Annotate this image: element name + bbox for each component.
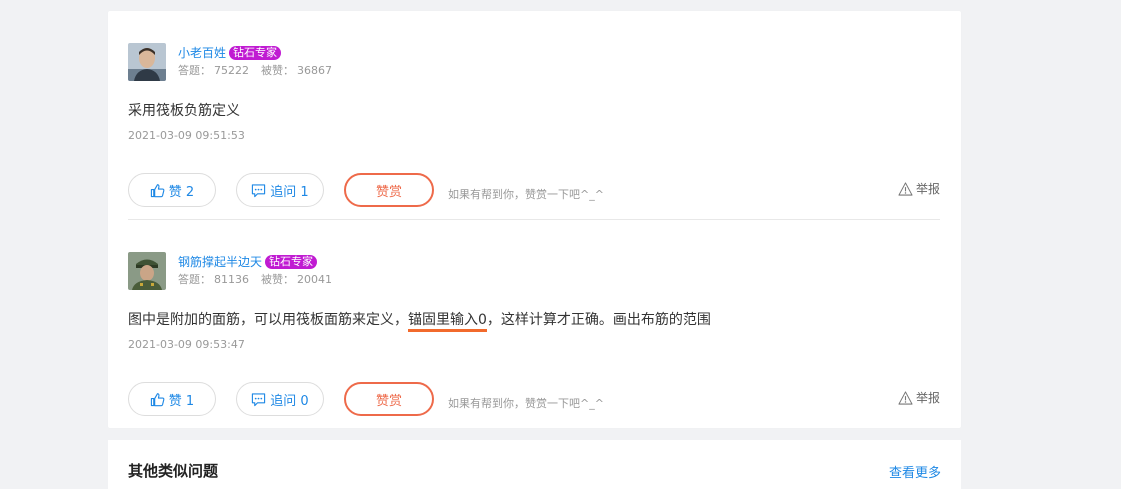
thumbs-up-icon <box>150 183 165 198</box>
warning-icon <box>898 390 913 405</box>
answer-content: 采用筏板负筋定义 <box>128 103 240 119</box>
answer-item: 小老百姓 钻石专家 答题： 75222 被赞： 36867 采用筏板负筋定义 2021-… <box>128 43 940 207</box>
username[interactable]: 钢筋撑起半边天 钻石专家 <box>178 254 318 270</box>
avatar[interactable] <box>128 252 166 290</box>
answers-count: 75222 <box>214 64 249 77</box>
likes-count: 36867 <box>297 64 332 77</box>
reward-hint: 如果有帮到你，赞赏一下吧^_^ <box>448 188 604 201</box>
section-title: 其他类似问题 <box>128 462 219 480</box>
user-stats: 答题： 75222 被赞： 36867 <box>178 64 332 77</box>
answers-count: 81136 <box>214 273 249 286</box>
reward-hint: 如果有帮到你，赞赏一下吧^_^ <box>448 397 604 410</box>
expert-badge: 钻石专家 <box>265 255 318 269</box>
username[interactable]: 小老百姓 钻石专家 <box>178 45 282 61</box>
answers-card: 小老百姓 钻石专家 答题： 75222 被赞： 36867 采用筏板负筋定义 2021-… <box>108 11 961 428</box>
follow-up-button[interactable]: 追问 1 <box>236 173 324 207</box>
warning-icon <box>898 181 913 196</box>
reward-button[interactable]: 赞赏 <box>344 173 434 207</box>
similar-questions-card: 其他类似问题 查看更多 <box>108 440 961 489</box>
answer-time: 2021-03-09 09:53:47 <box>128 338 245 351</box>
report-button[interactable]: 举报 <box>898 389 940 406</box>
avatar[interactable] <box>128 43 166 81</box>
follow-up-button[interactable]: 追问 0 <box>236 382 324 416</box>
comment-icon <box>251 392 266 407</box>
comment-icon <box>251 183 266 198</box>
answer-time: 2021-03-09 09:51:53 <box>128 129 245 142</box>
like-button[interactable]: 赞 1 <box>128 382 216 416</box>
reward-button[interactable]: 赞赏 <box>344 382 434 416</box>
expert-badge: 钻石专家 <box>229 46 282 60</box>
likes-count: 20041 <box>297 273 332 286</box>
thumbs-up-icon <box>150 392 165 407</box>
report-button[interactable]: 举报 <box>898 180 940 197</box>
answer-divider <box>128 219 940 220</box>
like-button[interactable]: 赞 2 <box>128 173 216 207</box>
user-stats: 答题： 81136 被赞： 20041 <box>178 273 332 286</box>
answer-item: 钢筋撑起半边天 钻石专家 答题： 81136 被赞： 20041 图中是附加的面筋，可以… <box>128 252 940 416</box>
view-more-link[interactable]: 查看更多 <box>889 462 941 481</box>
answer-content: 图中是附加的面筋，可以用筏板面筋来定义，锚固里输入0，这样计算才正确。画出布筋的… <box>128 310 711 332</box>
highlighted-text: 锚固里输入0 <box>408 312 487 332</box>
